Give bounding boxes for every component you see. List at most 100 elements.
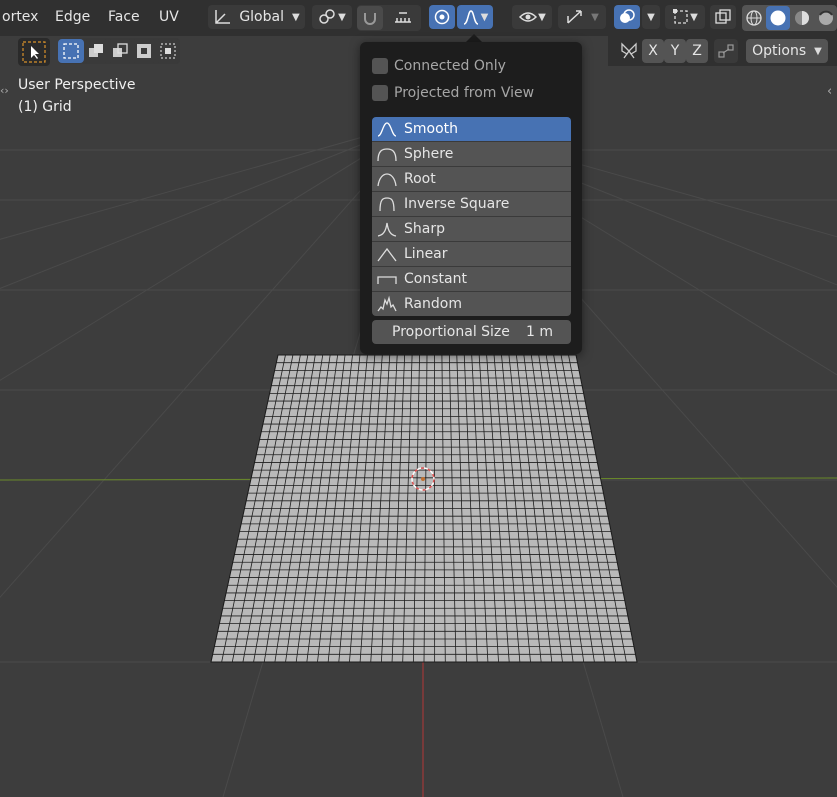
falloff-root-item[interactable]: Root xyxy=(372,167,571,192)
rendered-sphere-icon xyxy=(818,10,833,25)
overlays-dropdown[interactable]: ▼ xyxy=(642,5,660,29)
rendered-shading-button[interactable] xyxy=(814,6,837,30)
connected-only-checkbox-row[interactable]: Connected Only xyxy=(372,56,506,76)
chevron-down-icon: ▼ xyxy=(591,11,599,23)
smooth-falloff-icon xyxy=(377,122,397,137)
menu-edge[interactable]: Edge xyxy=(55,9,90,25)
options-label: Options xyxy=(752,43,807,59)
linear-falloff-icon xyxy=(377,247,397,262)
select-invert-icon xyxy=(137,44,151,58)
proportional-edit-icon xyxy=(434,9,450,25)
random-falloff-icon xyxy=(377,295,397,312)
falloff-linear-item[interactable]: Linear xyxy=(372,242,571,267)
chevron-down-icon: ▼ xyxy=(690,11,698,23)
connected-only-checkbox[interactable] xyxy=(372,58,388,74)
falloff-list: Smooth Sphere Root Inverse Square Sharp … xyxy=(372,117,571,316)
selection-mode-group xyxy=(58,38,180,64)
falloff-label: Smooth xyxy=(404,121,459,137)
3d-viewport[interactable]: ortex Edge Face UV Global ▼ ▼ ▼ ▼ ▼ ▼ ▼ … xyxy=(0,0,837,797)
select-new-icon xyxy=(63,43,79,59)
proportional-size-field[interactable]: Proportional Size 1 m xyxy=(372,320,571,344)
mirror-options-bar: X Y Z Options ▼ xyxy=(608,36,837,66)
material-shading-button[interactable] xyxy=(790,6,814,30)
constant-falloff-icon xyxy=(377,276,397,284)
sphere-falloff-icon xyxy=(377,148,397,162)
snap-increment-icon xyxy=(395,12,411,23)
wireframe-shading-button[interactable] xyxy=(742,6,766,30)
perspective-label: User Perspective xyxy=(18,77,136,93)
falloff-label: Sharp xyxy=(404,221,445,237)
auto-merge-toggle[interactable] xyxy=(714,39,738,63)
select-invert-button[interactable] xyxy=(132,39,156,63)
falloff-dropdown[interactable]: ▼ xyxy=(457,5,493,29)
gizmo-dropdown[interactable]: ▼ xyxy=(558,5,606,29)
mirror-z-toggle[interactable]: Z xyxy=(686,39,708,63)
sidebar-toggle-arrow[interactable]: ‹ xyxy=(827,84,832,99)
falloff-inverse-square-item[interactable]: Inverse Square xyxy=(372,192,571,217)
select-extend-icon xyxy=(89,44,103,57)
falloff-sphere-item[interactable]: Sphere xyxy=(372,142,571,167)
sharp-falloff-icon xyxy=(377,222,397,237)
projected-from-view-checkbox[interactable] xyxy=(372,85,388,101)
mesh-edit-overlay-icon xyxy=(673,9,688,24)
pivot-point-dropdown[interactable]: ▼ xyxy=(312,5,352,29)
inverse-square-falloff-icon xyxy=(379,197,395,212)
material-sphere-icon xyxy=(795,11,809,25)
menu-face[interactable]: Face xyxy=(108,9,140,25)
active-object-label: (1) Grid xyxy=(18,99,72,115)
butterfly-mirror-icon xyxy=(621,42,637,59)
root-falloff-icon xyxy=(377,173,397,187)
visibility-dropdown[interactable]: ▼ xyxy=(512,5,552,29)
tool-select-box[interactable] xyxy=(18,38,50,66)
solid-sphere-icon xyxy=(770,10,786,26)
chevron-down-icon: ▼ xyxy=(480,11,489,23)
select-subtract-button[interactable] xyxy=(108,39,132,63)
solid-shading-button[interactable] xyxy=(766,6,790,30)
wireframe-sphere-icon xyxy=(746,10,762,26)
select-subtract-icon xyxy=(113,43,128,57)
viewport-left-edge-arrow[interactable]: ‹› xyxy=(0,84,9,97)
select-box-new-button[interactable] xyxy=(58,39,84,63)
falloff-smooth-item[interactable]: Smooth xyxy=(372,117,571,142)
select-cursor-icon xyxy=(22,41,46,63)
chevron-down-icon: ▼ xyxy=(338,11,346,23)
orientation-label: Global xyxy=(239,9,284,25)
snap-target-dropdown[interactable] xyxy=(385,6,421,30)
xray-toggle[interactable] xyxy=(710,5,736,29)
transform-orientation-dropdown[interactable]: Global ▼ xyxy=(208,5,305,29)
chevron-down-icon: ▼ xyxy=(538,11,546,23)
falloff-sharp-item[interactable]: Sharp xyxy=(372,217,571,242)
falloff-label: Inverse Square xyxy=(404,196,510,212)
proportional-size-value: 1 m xyxy=(526,324,553,340)
select-extend-button[interactable] xyxy=(84,39,108,63)
chevron-down-icon: ▼ xyxy=(291,11,300,23)
link-icon xyxy=(319,9,335,24)
connected-only-label: Connected Only xyxy=(394,58,506,74)
proportional-editing-toggle[interactable] xyxy=(429,5,455,29)
select-intersect-button[interactable] xyxy=(156,39,180,63)
xray-icon xyxy=(715,9,731,24)
chevron-down-icon: ▼ xyxy=(647,11,655,23)
proportional-editing-popup: Connected Only Projected from View Smoot… xyxy=(360,42,582,354)
select-intersect-icon xyxy=(160,43,176,59)
mirror-x-toggle[interactable]: X xyxy=(642,39,664,63)
popup-pointer xyxy=(466,34,482,42)
gizmo-icon xyxy=(567,10,582,24)
menu-vertex[interactable]: ortex xyxy=(2,9,38,25)
falloff-label: Constant xyxy=(404,271,467,287)
falloff-constant-item[interactable]: Constant xyxy=(372,267,571,292)
smooth-falloff-icon xyxy=(463,10,478,25)
menu-uv[interactable]: UV xyxy=(159,9,179,25)
auto-merge-icon xyxy=(718,44,734,58)
chevron-down-icon: ▼ xyxy=(814,45,822,57)
snap-toggle-button[interactable] xyxy=(357,6,383,30)
falloff-label: Sphere xyxy=(404,146,454,162)
projected-from-view-checkbox-row[interactable]: Projected from View xyxy=(372,83,534,103)
overlays-toggle[interactable] xyxy=(614,5,640,29)
falloff-label: Linear xyxy=(404,246,448,262)
mesh-overlays-dropdown[interactable]: ▼ xyxy=(665,5,705,29)
options-dropdown[interactable]: Options ▼ xyxy=(746,39,828,63)
falloff-random-item[interactable]: Random xyxy=(372,292,571,316)
mirror-y-toggle[interactable]: Y xyxy=(664,39,686,63)
snapping-group xyxy=(357,5,421,31)
